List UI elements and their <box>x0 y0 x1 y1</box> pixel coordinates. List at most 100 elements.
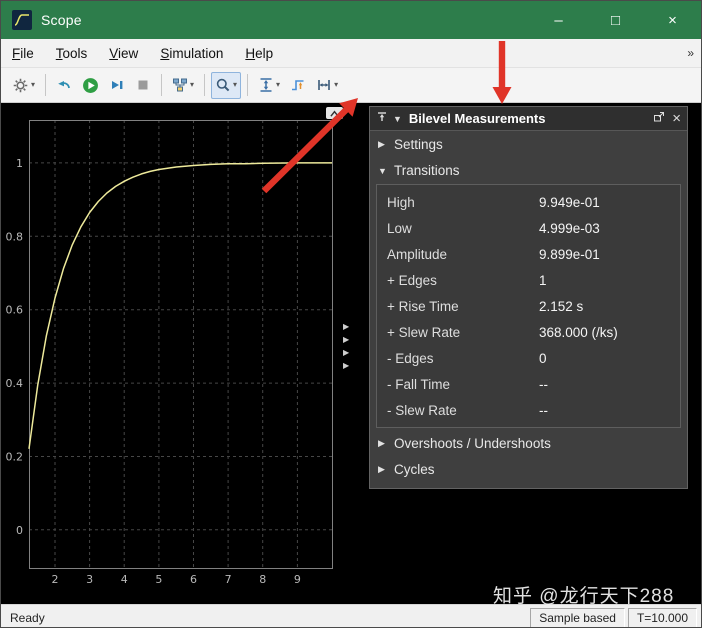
scope-app-icon <box>12 10 32 30</box>
section-label: Overshoots / Undershoots <box>394 436 551 451</box>
maximize-button[interactable]: □ <box>587 1 644 39</box>
close-button[interactable]: × <box>644 1 701 39</box>
row-value: -- <box>539 376 548 392</box>
scope-canvas[interactable]: 2 3 4 5 6 7 8 9 0 0.2 0.4 0.6 0.8 1 ▶ ▶ ▶ ▶ <box>1 103 701 607</box>
row-label: High <box>387 194 415 210</box>
row-amplitude: Amplitude 9.899e-01 <box>377 241 680 267</box>
row-low: Low 4.999e-03 <box>377 215 680 241</box>
sim-time-cell: T=10.000 <box>627 607 697 627</box>
svg-text:1: 1 <box>16 157 23 170</box>
menu-item-tools[interactable]: Tools <box>45 46 99 61</box>
stop-button[interactable] <box>131 72 155 99</box>
menu-item-help[interactable]: Help <box>234 46 284 61</box>
step-forward-button[interactable] <box>105 72 129 99</box>
dropdown-caret-icon: ▾ <box>276 80 281 89</box>
window-title: Scope <box>41 12 82 28</box>
panel-close-button[interactable]: × <box>672 111 681 126</box>
zoom-button[interactable]: ▾ <box>211 71 242 99</box>
measurements-icon <box>318 80 330 90</box>
highlight-simulink-block-button[interactable]: ▾ <box>168 72 198 99</box>
row-rise-time: + Rise Time 2.152 s <box>377 293 680 319</box>
row-neg-edges: - Edges 0 <box>377 345 680 371</box>
chevron-right-icon: ▶ <box>343 335 350 344</box>
panel-float-icon[interactable] <box>653 111 665 126</box>
dropdown-caret-icon: ▾ <box>190 80 195 89</box>
dropdown-caret-icon: ▾ <box>233 80 238 89</box>
svg-text:0.8: 0.8 <box>6 230 24 243</box>
svg-text:7: 7 <box>225 573 232 586</box>
svg-text:4: 4 <box>121 573 128 586</box>
svg-text:3: 3 <box>86 573 93 586</box>
dropdown-caret-icon: ▾ <box>334 80 339 89</box>
toolbar-separator <box>247 74 249 96</box>
row-label: - Fall Time <box>387 376 451 392</box>
row-value: 9.949e-01 <box>539 194 600 210</box>
fit-to-view-button[interactable]: ▾ <box>254 72 284 99</box>
menu-item-file[interactable]: File <box>1 46 45 61</box>
window-controls: – □ × <box>530 1 701 39</box>
trigger-icon <box>292 80 304 91</box>
scope-window: Scope – □ × File Tools View Simulation H… <box>0 0 702 628</box>
expand-axes-icon <box>330 110 339 117</box>
row-value: 1 <box>539 272 547 288</box>
row-value: 0 <box>539 350 547 366</box>
toolbar-separator <box>204 74 206 96</box>
row-high: High 9.949e-01 <box>377 189 680 215</box>
fit-to-view-icon <box>260 78 272 92</box>
section-label: Cycles <box>394 462 435 477</box>
toolbar: ▾ ▾ ▾ ▾ ▾ <box>1 68 701 103</box>
dropdown-caret-icon: ▾ <box>31 80 36 89</box>
measurements-button[interactable]: ▾ <box>312 72 342 99</box>
svg-text:5: 5 <box>155 573 162 586</box>
titlebar: Scope – □ × <box>1 1 701 39</box>
step-back-button[interactable] <box>52 72 76 99</box>
zoom-icon <box>216 78 230 92</box>
app-icon <box>12 10 32 30</box>
status-cells: Sample based T=10.000 <box>530 607 697 627</box>
expand-triangle-icon: ▶ <box>378 438 385 448</box>
menubar: File Tools View Simulation Help » <box>1 39 701 68</box>
settings-button[interactable]: ▾ <box>8 72 39 99</box>
watermark: 知乎 @龙行天下288 <box>493 586 675 607</box>
section-settings[interactable]: ▶ Settings <box>370 132 687 157</box>
run-icon <box>83 77 98 93</box>
row-label: Amplitude <box>387 246 448 262</box>
collapse-triangle-icon: ▼ <box>378 165 387 176</box>
row-label: + Rise Time <box>387 298 459 314</box>
row-pos-slew-rate: + Slew Rate 368.000 (/ks) <box>377 319 680 345</box>
section-transitions[interactable]: ▼ Transitions <box>370 158 687 183</box>
svg-text:0.4: 0.4 <box>6 377 24 390</box>
section-cycles[interactable]: ▶ Cycles <box>370 457 687 482</box>
row-value: 2.152 s <box>539 298 584 314</box>
toolbar-separator <box>161 74 163 96</box>
stop-icon <box>138 80 148 90</box>
svg-text:9: 9 <box>294 573 301 586</box>
svg-text:8: 8 <box>259 573 266 586</box>
row-neg-slew-rate: - Slew Rate -- <box>377 397 680 423</box>
svg-text:0.6: 0.6 <box>6 304 24 317</box>
axes-expand-button[interactable] <box>326 107 343 119</box>
menu-item-simulation[interactable]: Simulation <box>149 46 234 61</box>
row-label: - Slew Rate <box>387 402 457 418</box>
expand-triangle-icon: ▶ <box>378 139 385 149</box>
row-label: Low <box>387 220 412 236</box>
menu-item-view[interactable]: View <box>98 46 149 61</box>
status-text: Ready <box>10 610 45 625</box>
row-value: 368.000 (/ks) <box>539 324 618 340</box>
chevron-right-icon: ▶ <box>343 348 350 357</box>
row-pos-edges: + Edges 1 <box>377 267 680 293</box>
minimize-button[interactable]: – <box>530 1 587 39</box>
panel-collapse-icon[interactable]: ▼ <box>393 114 402 124</box>
chevron-right-icon: ▶ <box>343 361 350 370</box>
run-button[interactable] <box>78 72 103 99</box>
panel-collapse-handle[interactable]: ▶ ▶ ▶ ▶ <box>343 322 349 371</box>
panel-header[interactable]: ▼ Bilevel Measurements × <box>370 107 687 131</box>
menu-overflow-chevron-icon[interactable]: » <box>687 46 701 60</box>
sample-mode-cell: Sample based <box>530 607 625 627</box>
trigger-button[interactable] <box>286 72 310 99</box>
simulink-block-icon <box>173 78 188 92</box>
row-fall-time: - Fall Time -- <box>377 371 680 397</box>
panel-pin-icon[interactable] <box>376 111 388 126</box>
svg-text:0: 0 <box>16 524 23 537</box>
section-overshoots-undershoots[interactable]: ▶ Overshoots / Undershoots <box>370 431 687 456</box>
